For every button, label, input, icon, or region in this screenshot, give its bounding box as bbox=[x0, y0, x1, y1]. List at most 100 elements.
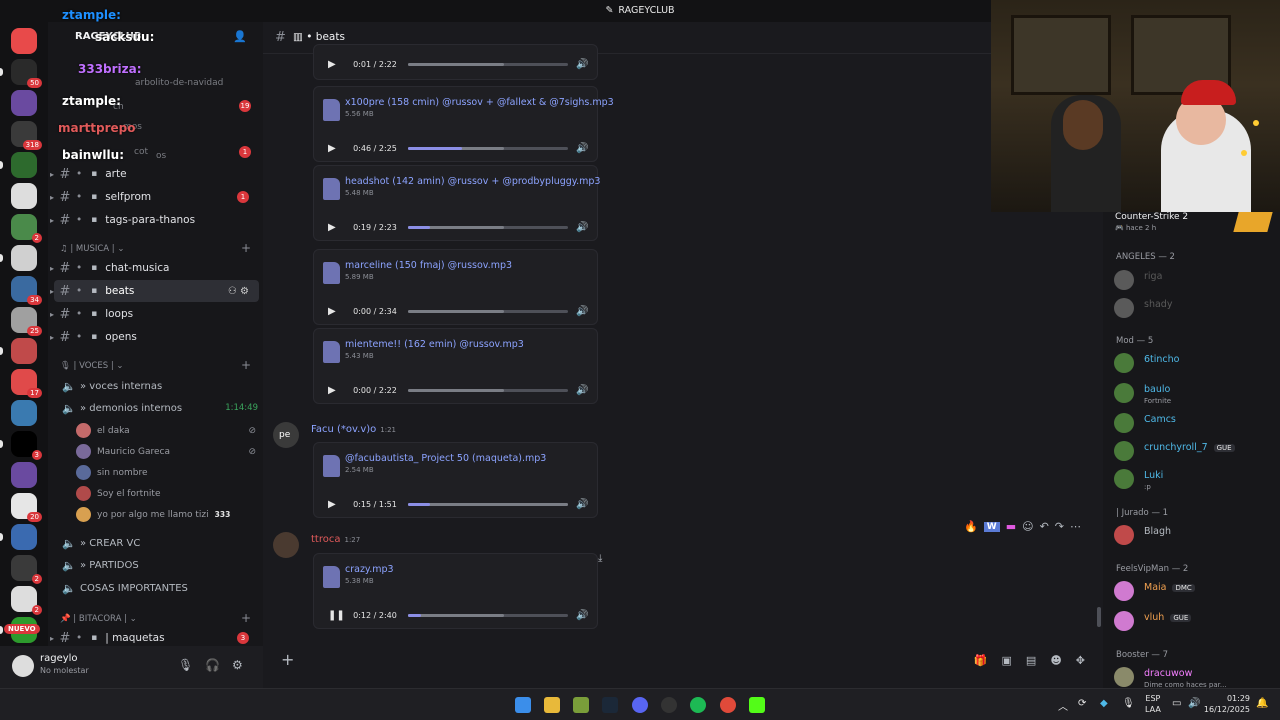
volume-icon[interactable]: 🔊 bbox=[576, 143, 588, 154]
attachment-filename[interactable]: marceline (150 fmaj) @russov.mp3 bbox=[345, 260, 512, 271]
more-icon[interactable]: ⋯ bbox=[1070, 520, 1081, 533]
clock[interactable]: 01:29 16/12/2025 bbox=[1204, 693, 1250, 715]
server-icon[interactable]: 17 bbox=[11, 369, 42, 398]
server-icon[interactable]: 3 bbox=[11, 431, 42, 460]
channel-arte[interactable]: ▸ # • ▪ arte bbox=[50, 163, 259, 185]
w-reaction-icon[interactable]: W bbox=[983, 521, 1000, 532]
audio-seek-bar[interactable] bbox=[408, 613, 568, 617]
avatar[interactable] bbox=[273, 532, 299, 558]
forward-icon[interactable]: ↷ bbox=[1055, 520, 1064, 533]
steam-icon[interactable] bbox=[602, 697, 618, 713]
avatar[interactable] bbox=[12, 655, 34, 677]
server-icon[interactable]: 34 bbox=[11, 276, 42, 305]
member-row[interactable]: baulo Fortnite bbox=[1114, 380, 1274, 406]
tray-chevron-icon[interactable]: ︿ bbox=[1058, 698, 1068, 713]
channel-selfprom[interactable]: ▸ # • ▪ selfprom 1 bbox=[50, 186, 259, 208]
server-icon[interactable] bbox=[11, 152, 37, 178]
volume-icon[interactable]: 🔊 bbox=[576, 306, 588, 317]
voice-channel[interactable]: 🔈 » demonios internos 1:14:49 bbox=[58, 397, 258, 419]
audio-attachment[interactable]: mienteme!! (162 emin) @russov.mp3 5.43 MB… bbox=[313, 328, 598, 404]
voice-channel[interactable]: 🔈 » PARTIDOS bbox=[58, 555, 258, 577]
voice-user[interactable]: el daka ⊘ bbox=[76, 420, 256, 441]
notification-bell-icon[interactable]: 🔔 bbox=[1256, 698, 1268, 709]
play-icon[interactable]: ▶ bbox=[328, 59, 342, 70]
attach-plus-icon[interactable]: + bbox=[281, 650, 294, 669]
channel-chat-musica[interactable]: ▸ # • ▪ chat-musica bbox=[50, 257, 259, 279]
member-row[interactable]: Blagh bbox=[1114, 522, 1274, 548]
server-icon[interactable] bbox=[11, 245, 37, 271]
message-author[interactable]: ttroca 1:27 bbox=[311, 534, 360, 545]
server-icon[interactable] bbox=[11, 28, 37, 54]
minecraft-icon[interactable] bbox=[573, 697, 589, 713]
add-member-icon[interactable]: 👤 bbox=[233, 30, 247, 43]
voice-user[interactable]: Mauricio Gareca ⊘ bbox=[76, 441, 256, 462]
voice-channel[interactable]: 🔈 » CREAR VC bbox=[58, 532, 258, 554]
member-row[interactable]: shady bbox=[1114, 295, 1274, 321]
member-row[interactable]: 6tincho bbox=[1114, 350, 1274, 376]
language-indicator[interactable]: ESP LAA bbox=[1145, 693, 1161, 715]
scrollbar[interactable] bbox=[1097, 607, 1101, 627]
gift-icon[interactable]: 🎁 bbox=[974, 654, 988, 667]
server-icon[interactable]: 2 bbox=[11, 214, 42, 243]
server-icon[interactable] bbox=[11, 183, 37, 209]
tray-shield-icon[interactable]: ◆ bbox=[1100, 698, 1108, 709]
channel-tags-para-thanos[interactable]: ▸ # • ▪ tags-para-thanos bbox=[50, 209, 259, 231]
channel-settings-icon[interactable]: ⚇ ⚙ bbox=[228, 286, 249, 297]
audio-seek-bar[interactable] bbox=[408, 146, 568, 150]
channel-label-obscured[interactable]: arbolito-de-navidad bbox=[135, 78, 223, 88]
add-reaction-icon[interactable]: ☺ bbox=[1022, 520, 1033, 533]
voice-user[interactable]: Soy el fortnite bbox=[76, 483, 256, 504]
message-composer[interactable]: + 🎁 ▣ ▤ ☻ ✥ bbox=[263, 642, 1103, 688]
tray-monitor-icon[interactable]: ▭ bbox=[1172, 698, 1181, 709]
category-voces[interactable]: 🎙 | VOCES | ⌄ bbox=[60, 361, 124, 371]
attachment-filename[interactable]: mienteme!! (162 emin) @russov.mp3 bbox=[345, 339, 524, 350]
member-row[interactable]: vluh GUE bbox=[1114, 608, 1274, 634]
member-row[interactable]: Luki:p bbox=[1114, 466, 1274, 492]
gear-icon[interactable]: ⚙ bbox=[232, 658, 243, 672]
channel-opens[interactable]: ▸ # • ▪ opens bbox=[50, 326, 259, 348]
voice-channel[interactable]: 🔈 » voces internas bbox=[58, 375, 258, 397]
gif-icon[interactable]: ▣ bbox=[1002, 654, 1012, 667]
play-icon[interactable]: ▶ bbox=[328, 222, 342, 233]
channel-beats[interactable]: ▸ # • ▪ beats ⚇ ⚙ bbox=[50, 280, 259, 302]
message-author[interactable]: Facu (*ov.v)o 1:21 bbox=[311, 424, 396, 435]
microphone-icon[interactable]: 🎙 bbox=[178, 658, 193, 672]
channel-label-obscured[interactable]: cot bbox=[134, 147, 148, 157]
tray-sync-icon[interactable]: ⟳ bbox=[1078, 698, 1086, 709]
server-icon[interactable]: 318 bbox=[11, 121, 42, 150]
server-icon[interactable]: 25 bbox=[11, 307, 42, 336]
download-icon[interactable]: ⤓ bbox=[598, 553, 602, 564]
member-row[interactable]: riga bbox=[1114, 267, 1274, 293]
volume-icon[interactable]: 🔊 bbox=[576, 499, 588, 510]
attachment-filename[interactable]: @facubautista_ Project 50 (maqueta).mp3 bbox=[345, 453, 546, 464]
server-icon[interactable]: 2 bbox=[11, 586, 42, 615]
play-icon[interactable]: ▶ bbox=[328, 306, 342, 317]
audio-seek-bar[interactable] bbox=[408, 62, 568, 66]
fire-reaction-icon[interactable]: 🔥 bbox=[964, 520, 978, 533]
headphones-icon[interactable]: 🎧 bbox=[205, 658, 220, 672]
windows-start-icon[interactable] bbox=[515, 697, 531, 713]
volume-icon[interactable]: 🔊 bbox=[576, 222, 588, 233]
server-icon[interactable] bbox=[11, 462, 37, 488]
play-icon[interactable]: ▶ bbox=[328, 143, 342, 154]
member-row[interactable]: Camcs bbox=[1114, 410, 1274, 436]
reply-icon[interactable]: ↶ bbox=[1040, 520, 1049, 533]
audio-attachment[interactable]: headshot (142 amin) @russov + @prodbyplu… bbox=[313, 165, 600, 241]
tray-mic-icon[interactable]: 🎙 bbox=[1122, 698, 1135, 709]
volume-icon[interactable]: 🔊 bbox=[576, 385, 588, 396]
server-icon[interactable] bbox=[11, 90, 37, 116]
play-icon[interactable]: ▶ bbox=[328, 499, 342, 510]
attachment-filename[interactable]: headshot (142 amin) @russov + @prodbyplu… bbox=[345, 176, 600, 187]
add-channel-icon[interactable]: + bbox=[241, 241, 251, 255]
audio-seek-bar[interactable] bbox=[408, 309, 568, 313]
audio-attachment[interactable]: x100pre (158 cmin) @russov + @fallext & … bbox=[313, 86, 614, 162]
volume-icon[interactable]: 🔊 bbox=[576, 59, 588, 70]
audio-seek-bar[interactable] bbox=[408, 388, 568, 392]
server-icon[interactable]: 2 bbox=[11, 555, 42, 584]
server-icon[interactable] bbox=[11, 338, 37, 364]
chrome-icon[interactable] bbox=[720, 697, 736, 713]
spotify-icon[interactable] bbox=[690, 697, 706, 713]
server-icon[interactable] bbox=[11, 524, 37, 550]
server-icon[interactable]: 20 bbox=[11, 493, 42, 522]
attachment-filename[interactable]: x100pre (158 cmin) @russov + @fallext & … bbox=[345, 97, 614, 108]
